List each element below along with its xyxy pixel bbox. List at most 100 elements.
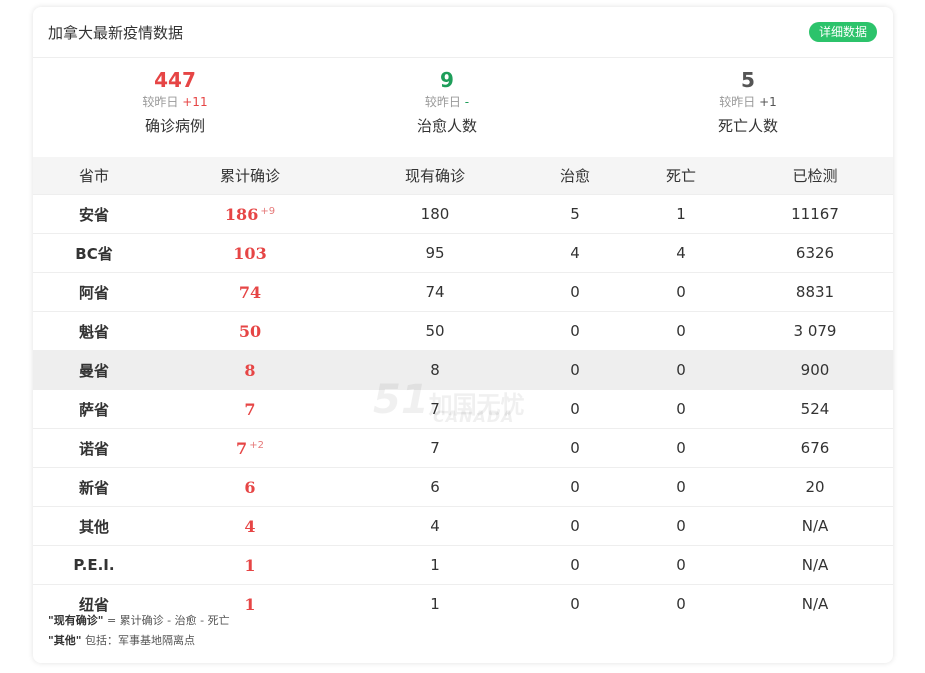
cell-active: 50 [345,311,525,351]
cell-active: 6 [345,467,525,507]
cell-dead-value: 0 [676,556,686,574]
cell-tested-value: 3 079 [793,322,837,340]
cell-tested: N/A [737,506,893,546]
confirmed-delta: +9 [260,205,276,217]
card-header: 加拿大最新疫情数据 详细数据 [33,7,893,58]
cell-confirmed-value: 7 [236,438,248,458]
table-row: 魁省 50 50 0 0 3 079 [33,311,893,351]
note-text: 包括：军事基地隔离点 [81,634,195,647]
cell-dead: 0 [625,311,737,351]
stat-confirmed-label: 确诊病例 [144,117,205,135]
cell-tested-value: 11167 [791,205,839,223]
cell-active-value: 8 [430,361,440,379]
stat-confirmed: 447 较昨日 +11 确诊病例 [85,67,265,136]
table-row: 安省 186 +9 180 5 1 11167 [33,194,893,234]
cell-province: P.E.I. [33,545,155,585]
province-table: 省市 累计确诊 现有确诊 治愈 死亡 已检测 安省 186 +9 180 5 1 11167… [33,157,893,623]
cell-active: 74 [345,272,525,312]
stat-dead-number: 5 [741,68,755,92]
cell-dead-value: 4 [676,244,686,262]
cell-province: 新省 [33,467,155,507]
cell-cured: 0 [525,428,625,468]
cell-province: BC省 [33,233,155,273]
note-text: = 累计确诊 - 治愈 - 死亡 [103,614,230,627]
cell-tested-value: 8831 [795,283,835,301]
table-row: 阿省 74 74 0 0 8831 [33,272,893,312]
cell-province-value: 诺省 [78,439,109,458]
cell-cured-value: 5 [570,205,580,223]
cell-active-value: 74 [425,283,445,301]
header-cured: 治愈 [559,167,590,185]
cell-tested-value: 20 [805,478,825,496]
cell-active: 180 [345,194,525,234]
cell-tested: 20 [737,467,893,507]
detail-data-button[interactable]: 详细数据 [808,22,877,42]
cell-cured-value: 0 [570,361,580,379]
table-row: P.E.I. 1 1 0 0 N/A [33,545,893,585]
cell-cured-value: 0 [570,595,580,613]
cell-confirmed-value: 1 [244,594,256,614]
cell-active: 8 [345,350,525,390]
cell-tested: 676 [737,428,893,468]
cell-dead-value: 0 [676,283,686,301]
stat-cured-label: 治愈人数 [416,117,477,135]
cell-province-value: BC省 [75,244,113,263]
cell-province-value: 阿省 [78,283,109,302]
table-notes: "现有确诊" = 累计确诊 - 治愈 - 死亡 "其他" 包括：军事基地隔离点 [48,611,230,651]
cell-confirmed-value: 7 [244,399,256,419]
table-row: 诺省 7 +2 7 0 0 676 [33,428,893,468]
cell-tested: 6326 [737,233,893,273]
header-confirmed: 累计确诊 [219,167,280,185]
cell-cured: 0 [525,272,625,312]
cell-confirmed-value: 74 [238,282,262,302]
cell-cured-value: 0 [570,322,580,340]
stat-cured-delta: 较昨日 - [357,94,537,110]
cell-active: 1 [345,545,525,585]
cell-province: 曼省 [33,350,155,390]
cell-province: 萨省 [33,389,155,429]
cell-dead-value: 0 [676,478,686,496]
cell-active: 7 [345,428,525,468]
cell-province: 其他 [33,506,155,546]
table-header-row: 省市 累计确诊 现有确诊 治愈 死亡 已检测 [33,157,893,195]
note-term: "其他" [48,634,82,647]
cell-active-value: 50 [425,322,445,340]
note-line: "现有确诊" = 累计确诊 - 治愈 - 死亡 [48,611,230,631]
cell-cured: 0 [525,311,625,351]
cell-confirmed: 186 +9 [155,194,345,234]
cell-dead: 1 [625,194,737,234]
cell-confirmed-value: 50 [238,321,262,341]
confirmed-delta: +2 [249,439,264,451]
cell-dead-value: 0 [676,439,686,457]
table-body: 安省 186 +9 180 5 1 11167 BC省 103 95 4 4 6326 阿省 74 74 0 0 8… [33,194,893,623]
table-row: 其他 4 4 0 0 N/A [33,506,893,546]
cell-active: 4 [345,506,525,546]
cell-confirmed-value: 186 [224,204,259,224]
cell-confirmed-value: 4 [244,516,256,536]
stat-dead: 5 较昨日 +1 死亡人数 [658,67,838,136]
cell-province-value: 其他 [78,517,109,536]
table-row: 萨省 7 7 0 0 524 [33,389,893,429]
cell-dead: 0 [625,506,737,546]
cell-tested-value: 524 [800,400,830,418]
cell-dead-value: 0 [676,361,686,379]
cell-active-value: 4 [430,517,440,535]
delta-value: - [464,95,470,109]
cell-tested: N/A [737,584,893,623]
cell-province: 阿省 [33,272,155,312]
cell-dead-value: 0 [676,595,686,613]
cell-dead: 0 [625,428,737,468]
cell-tested: N/A [737,545,893,585]
cell-tested-value: 676 [800,439,830,457]
stat-dead-delta: 较昨日 +1 [658,94,838,110]
cell-province-value: 萨省 [78,400,109,419]
cell-active-value: 95 [425,244,445,262]
cell-confirmed: 7 [155,389,345,429]
stat-cured-number: 9 [440,68,454,92]
cell-dead: 0 [625,545,737,585]
cell-cured: 0 [525,506,625,546]
cell-cured: 0 [525,350,625,390]
cell-dead-value: 0 [676,322,686,340]
cell-dead-value: 0 [676,400,686,418]
cell-province: 安省 [33,194,155,234]
